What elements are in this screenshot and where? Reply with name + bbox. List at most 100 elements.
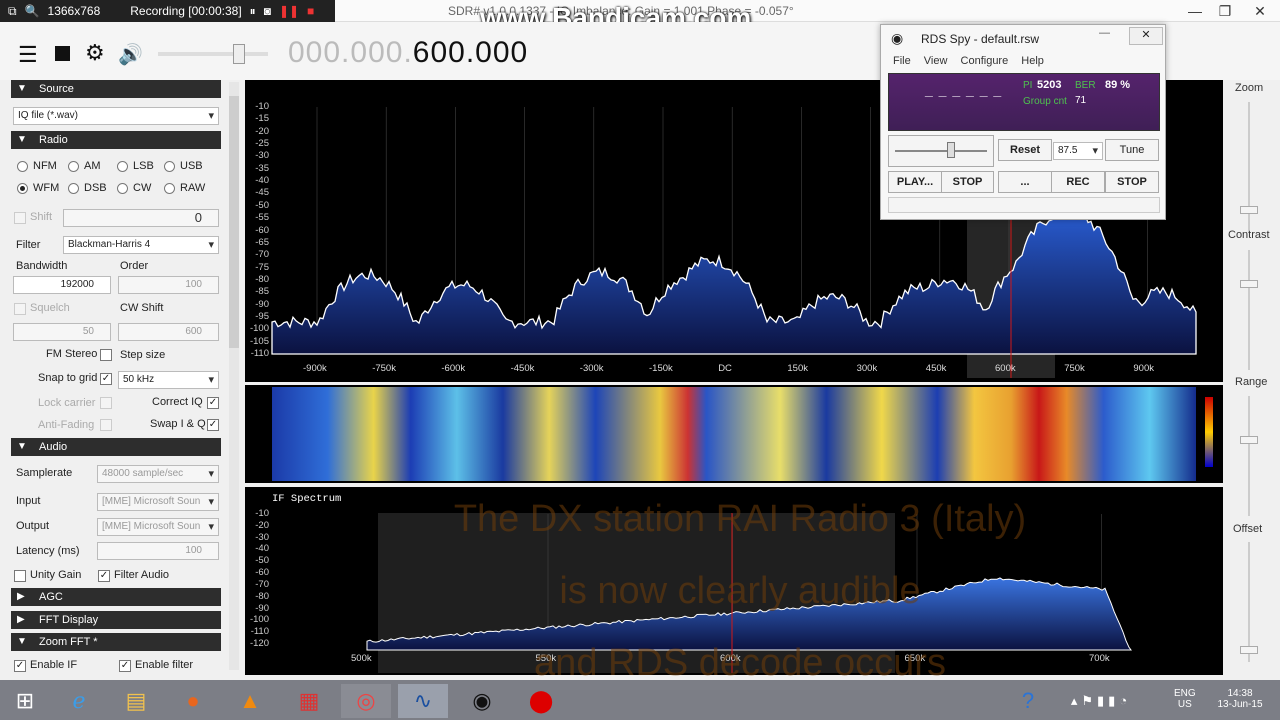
swapiq-checkbox[interactable]: ✓	[207, 419, 219, 431]
rds-slider-thumb[interactable]	[947, 142, 955, 158]
sdrsharp-icon[interactable]: ∿	[398, 684, 448, 718]
minimize-icon[interactable]: —	[1180, 0, 1210, 22]
rds-spy-window[interactable]: ◉ RDS Spy - default.rsw — ✕ File View Co…	[880, 24, 1166, 220]
snap-checkbox[interactable]: ✓	[100, 373, 112, 385]
mode-cw-radio[interactable]	[117, 183, 128, 194]
app-grid-icon[interactable]: ▦	[284, 684, 334, 718]
bandwidth-input[interactable]: 192000	[13, 276, 111, 294]
squelch-input[interactable]: 50	[13, 323, 111, 341]
rds-reset-button[interactable]: Reset	[998, 139, 1052, 161]
offset-track[interactable]	[1248, 542, 1250, 662]
camera-icon[interactable]: ◙	[264, 4, 271, 18]
rds-spy-taskbar-icon[interactable]: ◉	[457, 684, 507, 718]
frequency-display[interactable]: 000.000.600.000	[288, 36, 528, 70]
unitygain-checkbox[interactable]	[14, 570, 26, 582]
close-icon[interactable]: ✕	[1240, 0, 1280, 22]
record-pause-icon[interactable]: ❚❚	[279, 4, 299, 18]
lockcarrier-checkbox[interactable]	[100, 397, 112, 409]
input-device-select[interactable]: [MME] Microsoft Soun	[97, 493, 219, 511]
pause-icon[interactable]: ⏸	[250, 4, 256, 19]
rds-minimize-icon[interactable]: —	[1099, 27, 1110, 39]
source-select[interactable]: IQ file (*.wav)	[13, 107, 219, 125]
zoom-slider[interactable]	[1240, 206, 1258, 214]
rds-rec-button[interactable]: REC	[1051, 171, 1105, 193]
section-agc[interactable]: AGC	[11, 588, 221, 606]
tray-icons[interactable]: ▴⚑▮▮◔	[1046, 684, 1156, 718]
offset-slider[interactable]	[1240, 646, 1258, 654]
volume-track[interactable]	[158, 52, 268, 56]
stop-icon[interactable]	[55, 46, 70, 61]
section-fft-display[interactable]: FFT Display	[11, 611, 221, 629]
squelch-checkbox[interactable]	[14, 303, 26, 315]
latency-input[interactable]: 100	[97, 542, 219, 560]
section-audio[interactable]: Audio	[11, 438, 221, 456]
cwshift-input[interactable]: 600	[118, 323, 219, 341]
vlc-icon[interactable]: ▲	[225, 684, 275, 718]
correctiq-checkbox[interactable]: ✓	[207, 397, 219, 409]
search-icon[interactable]: 🔍	[25, 4, 40, 18]
gear-icon[interactable]: ⚙	[85, 40, 105, 66]
contrast-track[interactable]	[1248, 250, 1250, 370]
enablefilter-checkbox[interactable]: ✓	[119, 660, 131, 672]
bandicam-taskbar-icon[interactable]: ⬤	[516, 684, 566, 718]
left-scrollbar-thumb[interactable]	[229, 96, 239, 348]
mode-nfm-radio[interactable]	[17, 161, 28, 172]
samplerate-select[interactable]: 48000 sample/sec	[97, 465, 219, 483]
antifading-checkbox[interactable]	[100, 419, 112, 431]
start-icon[interactable]: ⊞	[0, 684, 50, 718]
enableif-checkbox[interactable]: ✓	[14, 660, 26, 672]
stepsize-select[interactable]: 50 kHz	[118, 371, 219, 389]
shift-checkbox[interactable]	[14, 212, 26, 224]
range-slider[interactable]	[1240, 436, 1258, 444]
rds-level-slider[interactable]	[888, 135, 994, 167]
help-icon[interactable]: ?	[1008, 684, 1048, 718]
rds-close-icon[interactable]: ✕	[1129, 27, 1163, 45]
file-explorer-icon[interactable]: ▤	[111, 684, 161, 718]
filteraudio-checkbox[interactable]: ✓	[98, 570, 110, 582]
spectrum-x-tick: 600k	[995, 363, 1016, 374]
rds-menu: File View Configure Help	[893, 55, 1054, 67]
output-device-select[interactable]: [MME] Microsoft Soun	[97, 518, 219, 536]
section-radio[interactable]: Radio	[11, 131, 221, 149]
rds-ber-value: 89 %	[1105, 79, 1131, 91]
mode-raw-radio[interactable]	[164, 183, 175, 194]
if-spectrum-panel[interactable]: IF Spectrum -10 -20 -30 -40 -50 -60 -70 -80 -90-…	[245, 487, 1223, 675]
enablefilter-label: Enable filter	[135, 659, 194, 671]
range-track[interactable]	[1248, 396, 1250, 516]
rds-freq-select[interactable]: 87.5	[1053, 142, 1103, 160]
language-indicator[interactable]: ENG US	[1174, 688, 1196, 710]
mode-dsb-radio[interactable]	[68, 183, 79, 194]
spectrum-y-tick: -80	[255, 273, 269, 285]
rds-menu-file[interactable]: File	[893, 55, 911, 67]
rds-play-button[interactable]: PLAY...	[888, 171, 942, 193]
rds-stop-rec-button[interactable]: STOP	[1105, 171, 1159, 193]
shift-input[interactable]: 0	[63, 209, 219, 227]
rds-menu-view[interactable]: View	[924, 55, 948, 67]
filter-select[interactable]: Blackman-Harris 4	[63, 236, 219, 254]
restore-icon[interactable]: ❐	[1210, 0, 1240, 22]
window-icon[interactable]: ⧉	[8, 4, 17, 19]
internet-explorer-icon[interactable]: ℯ	[54, 684, 104, 718]
firefox-icon[interactable]: ●	[168, 684, 218, 718]
stop-record-icon[interactable]: ■	[307, 4, 314, 18]
rds-more-button[interactable]: ...	[998, 171, 1052, 193]
mode-wfm-radio[interactable]	[17, 183, 28, 194]
section-source[interactable]: Source	[11, 80, 221, 98]
rds-stop-button[interactable]: STOP	[941, 171, 994, 193]
chrome-icon[interactable]: ◎	[341, 684, 391, 718]
rds-menu-configure[interactable]: Configure	[961, 55, 1009, 67]
fmstereo-checkbox[interactable]	[100, 349, 112, 361]
mode-usb-radio[interactable]	[164, 161, 175, 172]
contrast-slider[interactable]	[1240, 280, 1258, 288]
section-zoom-fft[interactable]: Zoom FFT *	[11, 633, 221, 651]
waterfall-panel[interactable]	[245, 385, 1223, 483]
volume-slider[interactable]	[233, 44, 245, 64]
order-input[interactable]: 100	[118, 276, 219, 294]
mode-lsb-radio[interactable]	[117, 161, 128, 172]
rds-menu-help[interactable]: Help	[1021, 55, 1044, 67]
mode-am-radio[interactable]	[68, 161, 79, 172]
menu-icon[interactable]: ☰	[18, 42, 38, 68]
speaker-icon[interactable]: 🔊	[118, 42, 143, 67]
clock[interactable]: 14:38 13-Jun-15	[1210, 688, 1270, 710]
rds-tune-button[interactable]: Tune	[1105, 139, 1159, 161]
